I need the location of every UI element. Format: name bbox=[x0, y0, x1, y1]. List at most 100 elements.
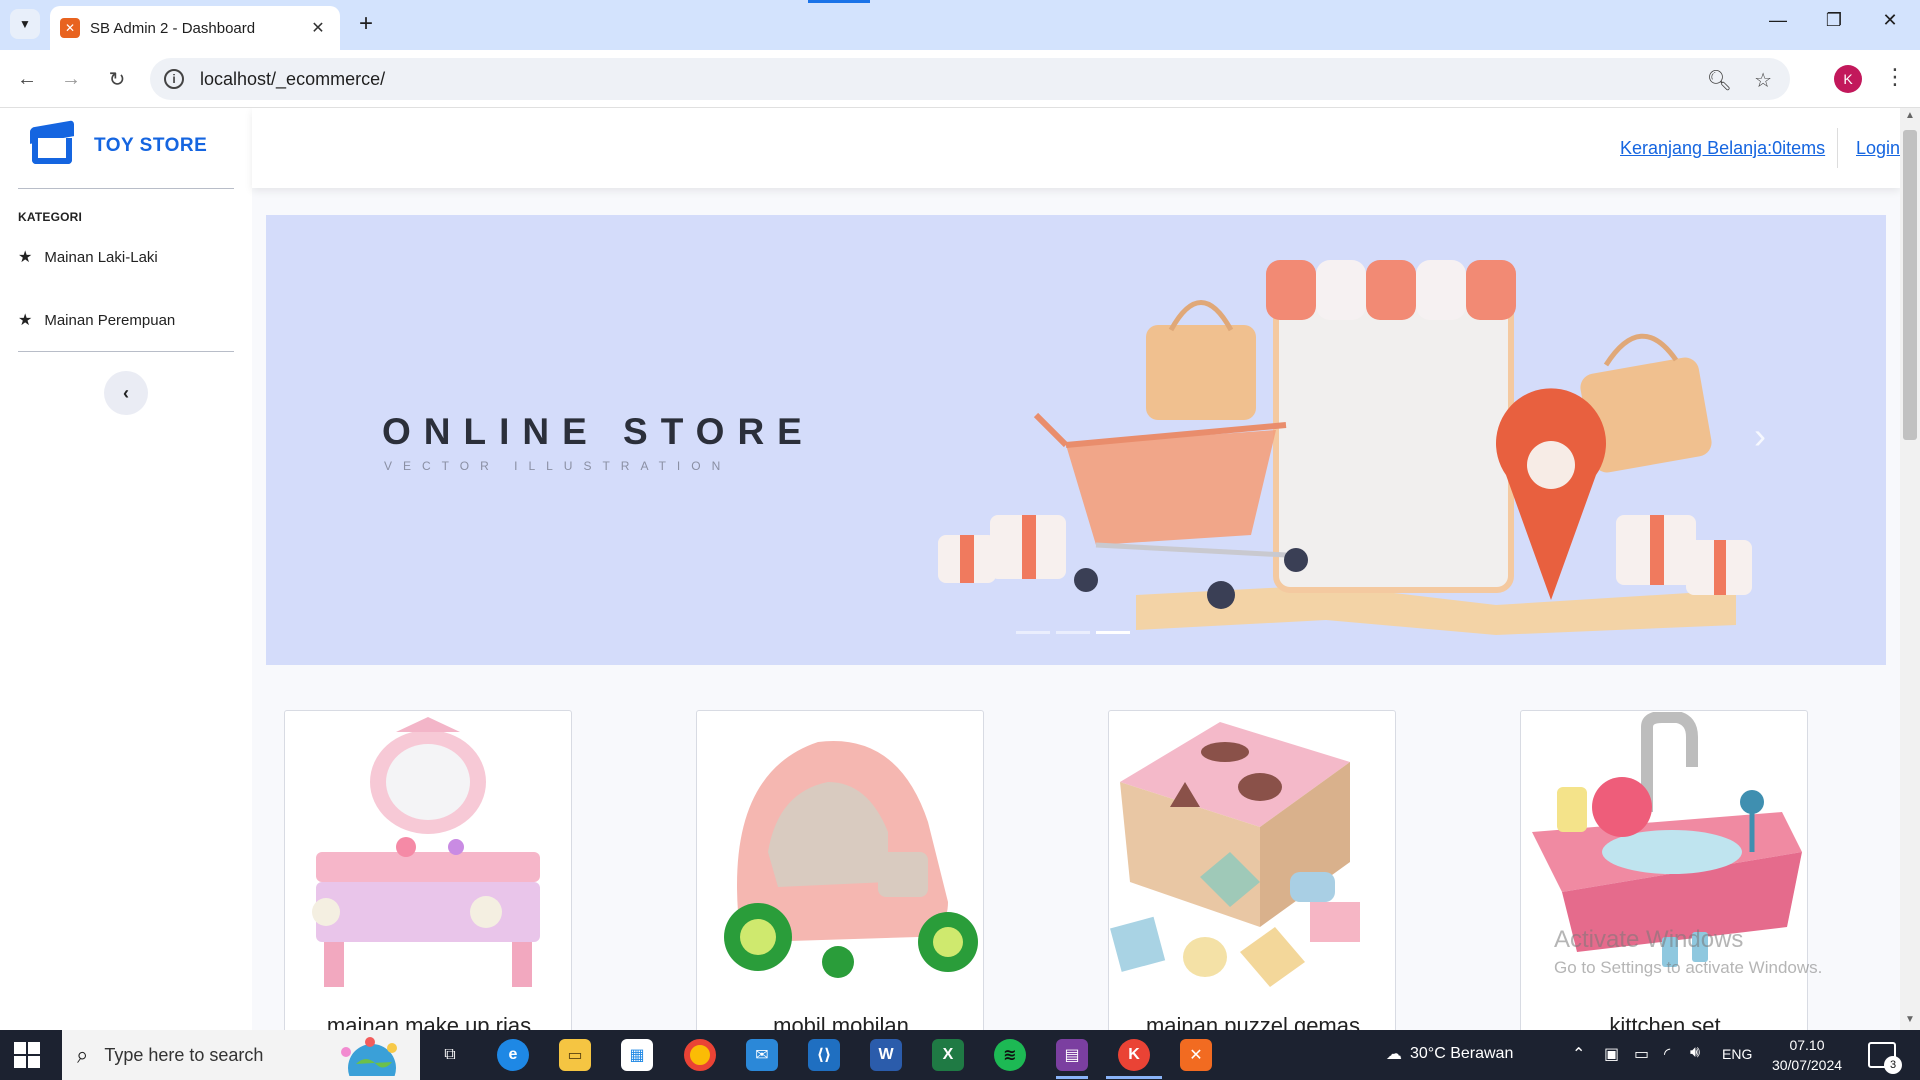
vscode-icon[interactable]: ⟨⟩ bbox=[808, 1039, 840, 1071]
product-title[interactable]: mobil mobilan bbox=[697, 1013, 983, 1030]
tray-device-icon[interactable]: ▣ bbox=[1604, 1044, 1619, 1064]
banner-title: ONLINE STORE bbox=[382, 411, 815, 452]
tab-title: SB Admin 2 - Dashboard bbox=[90, 19, 256, 37]
windows-start-icon[interactable] bbox=[14, 1042, 40, 1068]
clock-time: 07.10 bbox=[1789, 1037, 1825, 1053]
xampp-favicon-icon: ✕ bbox=[60, 18, 80, 38]
sidebar-item-mainan-perempuan[interactable]: ★ Mainan Perempuan bbox=[18, 310, 175, 330]
watermark-line-1: Activate Windows bbox=[1554, 926, 1744, 953]
product-image-toy-car bbox=[698, 712, 982, 992]
product-image-vanity-table bbox=[286, 712, 570, 992]
sidebar-toggle-button[interactable]: ‹ bbox=[104, 371, 148, 415]
product-card[interactable]: kittchen set bbox=[1520, 710, 1808, 1030]
carousel-next-icon[interactable]: › bbox=[1754, 415, 1766, 457]
profile-avatar[interactable]: K bbox=[1834, 65, 1862, 93]
product-title[interactable]: kittchen set bbox=[1521, 1013, 1807, 1030]
brand-name: TOY STORE bbox=[94, 135, 208, 156]
mail-icon[interactable]: ✉ bbox=[746, 1039, 778, 1071]
product-image-shape-puzzle bbox=[1110, 712, 1394, 992]
watermark-line-2: Go to Settings to activate Windows. bbox=[1554, 958, 1823, 977]
cart-link[interactable]: Keranjang Belanja:0items bbox=[1620, 138, 1825, 159]
carousel-indicator[interactable] bbox=[1056, 631, 1090, 634]
taskbar-active-indicator bbox=[1106, 1076, 1162, 1079]
tray-chevron-icon[interactable]: ⌃ bbox=[1572, 1044, 1585, 1064]
star-icon: ★ bbox=[18, 312, 33, 329]
taskbar-search-placeholder: Type here to search bbox=[104, 1044, 264, 1065]
weather-cloud-icon: ☁ bbox=[1386, 1046, 1402, 1063]
brand-link[interactable]: TOY STORE bbox=[28, 120, 208, 168]
weather-text: 30°C Berawan bbox=[1410, 1045, 1514, 1062]
address-bar[interactable]: i localhost/_ecommerce/ 🔍︎ ☆ bbox=[150, 58, 1790, 100]
page-scrollbar[interactable]: ▲ ▼ bbox=[1900, 108, 1920, 1030]
weather-widget[interactable]: ☁ 30°C Berawan bbox=[1386, 1044, 1513, 1064]
browser-tab-bar: ▼ ✕ SB Admin 2 - Dashboard ✕ + — ❐ ✕ bbox=[0, 0, 1920, 50]
sidebar-item-label: Mainan Laki-Laki bbox=[44, 248, 158, 266]
spotify-icon[interactable]: ≋ bbox=[994, 1039, 1026, 1071]
browser-tab[interactable]: ✕ SB Admin 2 - Dashboard ✕ bbox=[50, 6, 340, 50]
chrome-profile-icon[interactable]: K bbox=[1118, 1039, 1150, 1071]
file-explorer-icon[interactable]: ▭ bbox=[559, 1039, 591, 1071]
language-indicator[interactable]: ENG bbox=[1722, 1046, 1752, 1062]
taskbar-running-indicator bbox=[1056, 1076, 1088, 1079]
task-view-icon[interactable]: ⧉ bbox=[434, 1039, 466, 1071]
sidebar-item-label: Mainan Perempuan bbox=[44, 311, 176, 329]
loading-indicator bbox=[808, 0, 870, 3]
back-icon[interactable]: ← bbox=[12, 64, 42, 94]
search-highlight-globe-icon[interactable] bbox=[326, 1034, 412, 1076]
product-title[interactable]: mainan puzzel gemas bbox=[1109, 1013, 1395, 1030]
new-tab-button[interactable]: + bbox=[352, 10, 380, 38]
tab-close-icon[interactable]: ✕ bbox=[306, 18, 330, 38]
activate-windows-watermark: Activate Windows Go to Settings to activ… bbox=[1554, 926, 1822, 978]
chrome-icon[interactable] bbox=[684, 1039, 716, 1071]
battery-icon[interactable]: ▭ bbox=[1634, 1044, 1649, 1064]
product-card[interactable]: mainan puzzel gemas bbox=[1108, 710, 1396, 1030]
star-icon: ★ bbox=[18, 249, 33, 266]
xampp-icon[interactable]: ✕ bbox=[1180, 1039, 1212, 1071]
sidebar-heading: KATEGORI bbox=[18, 210, 83, 224]
browser-toolbar: ← → ↻ i localhost/_ecommerce/ 🔍︎ ☆ K ⋮ bbox=[0, 50, 1920, 108]
sidebar-divider bbox=[18, 188, 234, 189]
browser-menu-icon[interactable]: ⋮ bbox=[1880, 64, 1910, 90]
reload-icon[interactable]: ↻ bbox=[102, 64, 132, 94]
address-url[interactable]: localhost/_ecommerce/ bbox=[200, 69, 385, 90]
close-window-button[interactable]: ✕ bbox=[1870, 10, 1910, 31]
windows-taskbar: ⌕ Type here to search ⧉ e ▭ ▦ ✉ ⟨⟩ W X ≋… bbox=[0, 1030, 1920, 1080]
product-card[interactable]: mobil mobilan bbox=[696, 710, 984, 1030]
scroll-up-icon[interactable]: ▲ bbox=[1900, 110, 1920, 121]
topbar: Keranjang Belanja:0items Login bbox=[252, 108, 1900, 188]
excel-icon[interactable]: X bbox=[932, 1039, 964, 1071]
topbar-divider bbox=[1837, 128, 1838, 168]
wifi-icon[interactable]: ◜ bbox=[1664, 1044, 1670, 1064]
scroll-down-icon[interactable]: ▼ bbox=[1900, 1014, 1920, 1025]
carousel-indicators bbox=[1016, 631, 1130, 634]
notification-count-badge: 3 bbox=[1884, 1056, 1902, 1074]
banner-subtitle: VECTOR ILLUSTRATION bbox=[384, 459, 732, 473]
tab-search-button[interactable]: ▼ bbox=[10, 9, 40, 39]
forward-icon[interactable]: → bbox=[56, 64, 86, 94]
restore-button[interactable]: ❐ bbox=[1814, 10, 1854, 31]
minimize-button[interactable]: — bbox=[1758, 10, 1798, 31]
bookmark-star-icon[interactable]: ☆ bbox=[1754, 68, 1772, 93]
zoom-icon[interactable]: 🔍︎ bbox=[1707, 68, 1732, 93]
sidebar-divider bbox=[18, 351, 234, 352]
product-card[interactable]: mainan make up rias bbox=[284, 710, 572, 1030]
sidebar: TOY STORE KATEGORI ★ Mainan Laki-Laki ★ … bbox=[0, 108, 252, 1030]
edge-icon[interactable]: e bbox=[497, 1039, 529, 1071]
store-icon bbox=[28, 120, 76, 168]
carousel-indicator[interactable] bbox=[1016, 631, 1050, 634]
microsoft-store-icon[interactable]: ▦ bbox=[621, 1039, 653, 1071]
volume-icon[interactable]: 🔊︎ bbox=[1690, 1044, 1700, 1062]
site-info-icon[interactable]: i bbox=[164, 69, 184, 89]
scrollbar-thumb[interactable] bbox=[1903, 130, 1917, 440]
product-title[interactable]: mainan make up rias bbox=[285, 1013, 571, 1030]
banner-carousel[interactable]: ONLINE STORE VECTOR ILLUSTRATION › bbox=[266, 215, 1886, 665]
taskbar-clock[interactable]: 07.10 30/07/2024 bbox=[1762, 1035, 1852, 1075]
search-icon: ⌕ bbox=[73, 1041, 91, 1068]
winrar-icon[interactable]: ▤ bbox=[1056, 1039, 1088, 1071]
clock-date: 30/07/2024 bbox=[1771, 1057, 1843, 1073]
page-viewport: TOY STORE KATEGORI ★ Mainan Laki-Laki ★ … bbox=[0, 108, 1920, 1030]
carousel-indicator-active[interactable] bbox=[1096, 631, 1130, 634]
sidebar-item-mainan-laki-laki[interactable]: ★ Mainan Laki-Laki bbox=[18, 247, 158, 267]
login-link[interactable]: Login bbox=[1856, 138, 1900, 159]
word-icon[interactable]: W bbox=[870, 1039, 902, 1071]
